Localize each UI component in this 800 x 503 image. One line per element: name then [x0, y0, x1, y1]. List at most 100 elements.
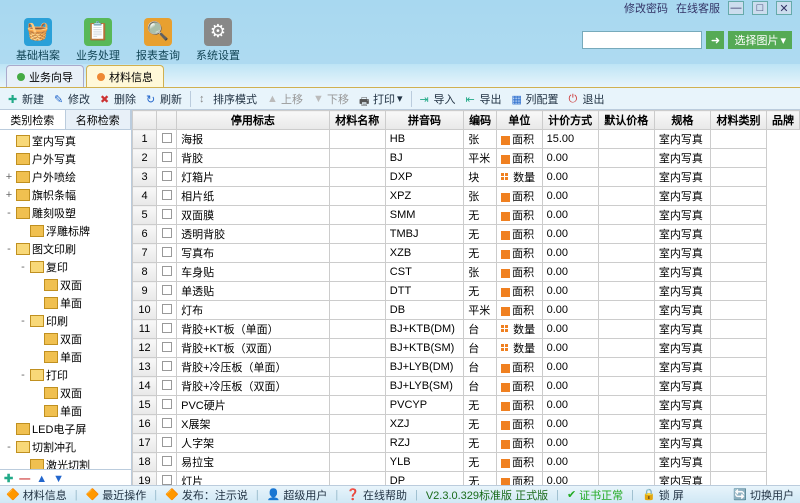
tree-add-button[interactable]: ✚ — [4, 472, 13, 485]
sidetab-类别检索[interactable]: 类别检索 — [0, 110, 66, 129]
tree-node-双面[interactable]: 双面 — [2, 330, 129, 348]
toolbar-删除[interactable]: ✖删除 — [96, 91, 140, 107]
checkbox[interactable] — [162, 304, 172, 314]
table-row[interactable]: 11背胶+KT板（单面）BJ+KTB(DM)台数量0.00室内写真 — [133, 320, 800, 339]
toolbar-导入[interactable]: ⇥导入 — [416, 91, 460, 107]
checkbox[interactable] — [162, 133, 172, 143]
table-row[interactable]: 17人字架RZJ无面积0.00室内写真 — [133, 434, 800, 453]
tree-node-单面[interactable]: 单面 — [2, 402, 129, 420]
top-button-基础档案[interactable]: 🧺基础档案 — [8, 17, 68, 63]
col-header[interactable]: 材料名称 — [329, 111, 385, 130]
checkbox[interactable] — [162, 152, 172, 162]
table-row[interactable]: 12背胶+KT板（双面）BJ+KTB(SM)台数量0.00室内写真 — [133, 339, 800, 358]
table-row[interactable]: 13背胶+冷压板（单面）BJ+LYB(DM)台面积0.00室内写真 — [133, 358, 800, 377]
tree-up-button[interactable]: ▲ — [36, 473, 47, 485]
tree-node-LED电子屏[interactable]: LED电子屏 — [2, 420, 129, 438]
tree-down-button[interactable]: ▼ — [53, 473, 64, 485]
tree-twisty-icon[interactable]: + — [4, 189, 14, 201]
col-header[interactable]: 规格 — [654, 111, 710, 130]
table-row[interactable]: 4相片纸XPZ张面积0.00室内写真 — [133, 187, 800, 206]
table-row[interactable]: 14背胶+冷压板（双面）BJ+LYB(SM)台面积0.00室内写真 — [133, 377, 800, 396]
close-button[interactable]: ✕ — [776, 1, 792, 15]
table-row[interactable]: 8车身贴CST张面积0.00室内写真 — [133, 263, 800, 282]
table-row[interactable]: 5双面膜SMM无面积0.00室内写真 — [133, 206, 800, 225]
toolbar-修改[interactable]: ✎修改 — [50, 91, 94, 107]
tree-twisty-icon[interactable]: - — [4, 441, 14, 453]
tree-node-复印[interactable]: -复印 — [2, 258, 129, 276]
checkbox[interactable] — [162, 171, 172, 181]
tree-node-图文印刷[interactable]: -图文印刷 — [2, 240, 129, 258]
table-row[interactable]: 18易拉宝YLB无面积0.00室内写真 — [133, 453, 800, 472]
sidetab-名称检索[interactable]: 名称检索 — [66, 110, 132, 129]
tree-node-旗帜条幅[interactable]: +旗帜条幅 — [2, 186, 129, 204]
tree-node-单面[interactable]: 单面 — [2, 348, 129, 366]
tab-材料信息[interactable]: 材料信息 — [86, 65, 164, 87]
tree-node-激光切割[interactable]: 激光切割 — [2, 456, 129, 469]
checkbox[interactable] — [162, 380, 172, 390]
checkbox[interactable] — [162, 418, 172, 428]
checkbox[interactable] — [162, 209, 172, 219]
tree-node-浮雕标牌[interactable]: 浮雕标牌 — [2, 222, 129, 240]
online-service-link[interactable]: 在线客服 — [676, 0, 720, 16]
checkbox[interactable] — [162, 266, 172, 276]
checkbox[interactable] — [162, 437, 172, 447]
toolbar-列配置[interactable]: ▦列配置 — [508, 91, 563, 107]
toolbar-打印[interactable]: 🖶打印 ▾ — [355, 91, 407, 107]
status-lock[interactable]: 🔒 锁 屏 — [642, 487, 684, 503]
table-row[interactable]: 16X展架XZJ无面积0.00室内写真 — [133, 415, 800, 434]
checkbox[interactable] — [162, 228, 172, 238]
status-help[interactable]: ❓ 在线帮助 — [346, 487, 407, 503]
tree-delete-button[interactable]: — — [19, 473, 30, 485]
table-row[interactable]: 9单透贴DTT无面积0.00室内写真 — [133, 282, 800, 301]
toolbar-导出[interactable]: ⇤导出 — [462, 91, 506, 107]
tree-twisty-icon[interactable]: - — [4, 207, 14, 219]
tree-node-打印[interactable]: -打印 — [2, 366, 129, 384]
col-header[interactable]: 单位 — [497, 111, 543, 130]
tree-node-双面[interactable]: 双面 — [2, 384, 129, 402]
col-header[interactable]: 计价方式 — [542, 111, 598, 130]
col-header[interactable] — [157, 111, 177, 130]
maximize-button[interactable]: □ — [752, 1, 768, 15]
tree-node-单面[interactable]: 单面 — [2, 294, 129, 312]
col-header[interactable]: 编码 — [464, 111, 497, 130]
table-row[interactable]: 10灯布DB平米面积0.00室内写真 — [133, 301, 800, 320]
col-header[interactable]: 材料类别 — [710, 111, 766, 130]
tree-node-双面[interactable]: 双面 — [2, 276, 129, 294]
minimize-button[interactable]: — — [728, 1, 744, 15]
col-header[interactable]: 默认价格 — [598, 111, 654, 130]
tree-twisty-icon[interactable]: - — [18, 261, 28, 273]
table-row[interactable]: 1海报HB张面积15.00室内写真 — [133, 130, 800, 149]
tree-twisty-icon[interactable]: - — [18, 369, 28, 381]
checkbox[interactable] — [162, 475, 172, 485]
checkbox[interactable] — [162, 247, 172, 257]
top-button-业务处理[interactable]: 📋业务处理 — [68, 17, 128, 63]
table-row[interactable]: 6透明背胶TMBJ无面积0.00室内写真 — [133, 225, 800, 244]
checkbox[interactable] — [162, 323, 172, 333]
col-header[interactable]: 停用标志 — [177, 111, 330, 130]
checkbox[interactable] — [162, 361, 172, 371]
search-go-button[interactable]: ➜ — [706, 31, 724, 49]
tree-node-雕刻吸塑[interactable]: -雕刻吸塑 — [2, 204, 129, 222]
checkbox[interactable] — [162, 399, 172, 409]
toolbar-排序模式[interactable]: ↕排序模式 — [195, 91, 261, 107]
tree-node-户外写真[interactable]: 户外写真 — [2, 150, 129, 168]
status-switch-user[interactable]: 🔄 切换用户 — [733, 487, 794, 503]
checkbox[interactable] — [162, 190, 172, 200]
top-button-系统设置[interactable]: ⚙系统设置 — [188, 17, 248, 63]
table-row[interactable]: 7写真布XZB无面积0.00室内写真 — [133, 244, 800, 263]
toolbar-退出[interactable]: ⏻退出 — [565, 91, 609, 107]
table-row[interactable]: 3灯箱片DXP块数量0.00室内写真 — [133, 168, 800, 187]
tab-业务向导[interactable]: 业务向导 — [6, 65, 84, 87]
toolbar-新建[interactable]: ✚新建 — [4, 91, 48, 107]
select-picture-button[interactable]: 选择图片 ▾ — [728, 31, 792, 49]
toolbar-刷新[interactable]: ↻刷新 — [142, 91, 186, 107]
table-row[interactable]: 15PVC硬片PVCYP无面积0.00室内写真 — [133, 396, 800, 415]
col-header[interactable]: 品牌 — [767, 111, 800, 130]
tree-twisty-icon[interactable]: - — [18, 315, 28, 327]
tree-node-户外喷绘[interactable]: +户外喷绘 — [2, 168, 129, 186]
change-password-link[interactable]: 修改密码 — [624, 0, 668, 16]
checkbox[interactable] — [162, 342, 172, 352]
search-input[interactable] — [582, 31, 702, 49]
tree-node-印刷[interactable]: -印刷 — [2, 312, 129, 330]
tree-twisty-icon[interactable]: - — [4, 243, 14, 255]
